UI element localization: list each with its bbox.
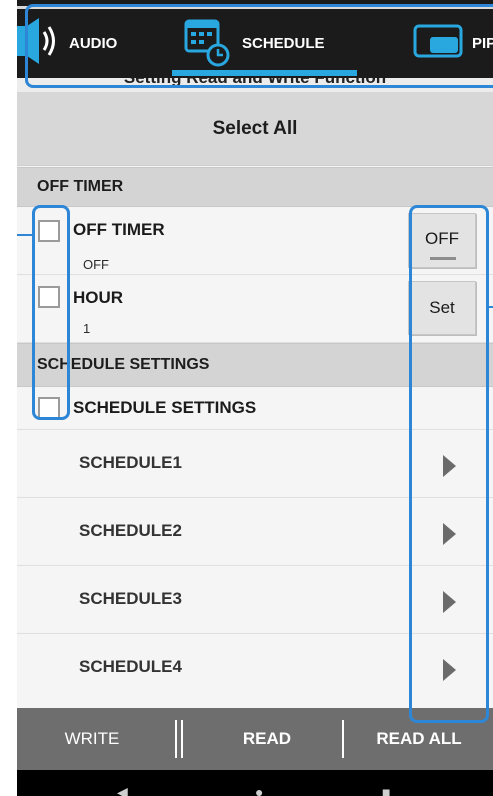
chevron-right-icon (443, 455, 456, 477)
section-header-off-timer: OFF TIMER (17, 167, 493, 207)
bottom-action-bar: WRITE READ READ ALL (17, 708, 493, 770)
schedule-label: SCHEDULE1 (79, 453, 182, 472)
setting-title: HOUR (73, 288, 124, 307)
divider (181, 720, 183, 758)
schedule-row-1[interactable]: SCHEDULE1 (17, 429, 493, 496)
active-tab-indicator (172, 70, 357, 76)
chevron-right-icon (443, 659, 456, 681)
chevron-right-icon (443, 591, 456, 613)
callout-line-right (489, 306, 493, 308)
toggle-indicator (430, 257, 456, 260)
hour-set-button[interactable]: Set (408, 281, 476, 335)
schedule-row-3[interactable]: SCHEDULE3 (17, 565, 493, 632)
write-button[interactable]: WRITE (17, 708, 167, 770)
tab-audio[interactable]: AUDIO (17, 14, 167, 72)
list-overflow-peek (17, 700, 493, 708)
left-margin (0, 0, 17, 796)
tab-schedule[interactable]: SCHEDULE (182, 14, 362, 72)
tab-audio-label: AUDIO (69, 34, 118, 52)
checkbox-off-timer[interactable] (38, 220, 60, 242)
select-all-button[interactable]: Select All (17, 92, 493, 166)
home-icon[interactable]: ● (255, 784, 263, 796)
screen-subtitle: Setting Read and Write Function (17, 78, 493, 92)
setting-row-schedule-settings: SCHEDULE SETTINGS (17, 388, 493, 428)
read-button[interactable]: READ (192, 708, 342, 770)
tab-bar: AUDIO SCHEDULE PIP (17, 0, 493, 80)
schedule-label: SCHEDULE3 (79, 589, 182, 608)
read-all-button[interactable]: READ ALL (339, 708, 493, 770)
toggle-label: OFF (425, 228, 459, 248)
checkbox-hour[interactable] (38, 286, 60, 308)
section-header-schedule-settings: SCHEDULE SETTINGS (17, 343, 493, 387)
system-nav-bar: ◀ ● ■ (17, 770, 493, 796)
setting-value: 1 (83, 321, 91, 336)
tab-pip[interactable]: PIP (412, 14, 493, 72)
speaker-icon (17, 18, 61, 68)
app-screen: AUDIO SCHEDULE PIP Select All OFF TIMER … (17, 0, 493, 796)
schedule-row-4[interactable]: SCHEDULE4 (17, 633, 493, 700)
calendar-clock-icon (182, 15, 234, 71)
recents-icon[interactable]: ■ (382, 784, 390, 796)
pip-icon (412, 21, 464, 65)
off-timer-toggle-button[interactable]: OFF (408, 213, 476, 268)
setting-title: SCHEDULE SETTINGS (73, 398, 257, 417)
divider (175, 720, 177, 758)
schedule-label: SCHEDULE2 (79, 521, 182, 540)
callout-line-left (17, 234, 32, 236)
setting-value: OFF (83, 257, 109, 272)
set-label: Set (429, 298, 455, 317)
back-icon[interactable]: ◀ (117, 784, 128, 796)
schedule-label: SCHEDULE4 (79, 657, 182, 676)
checkbox-schedule-settings[interactable] (38, 397, 60, 419)
tab-schedule-label: SCHEDULE (242, 34, 325, 52)
tab-pip-label: PIP (472, 34, 493, 52)
schedule-row-2[interactable]: SCHEDULE2 (17, 497, 493, 564)
chevron-right-icon (443, 523, 456, 545)
setting-title: OFF TIMER (73, 220, 165, 239)
tab-bar-top-line (17, 6, 493, 9)
